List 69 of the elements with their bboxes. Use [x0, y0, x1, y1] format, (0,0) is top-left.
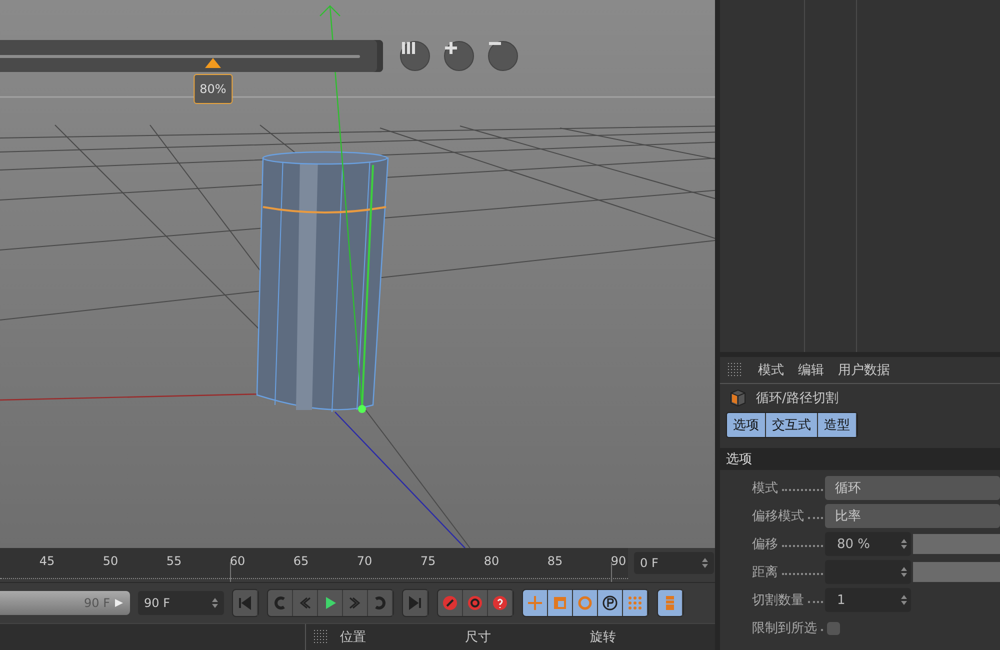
frame-label: 45	[39, 554, 55, 568]
auto-key-icon	[467, 595, 483, 611]
menu-item[interactable]: 编辑	[798, 361, 824, 379]
zoom-slider[interactable]	[0, 40, 383, 72]
field-label: 限制到所选	[752, 620, 817, 637]
attribute-tab[interactable]: 造型	[818, 413, 857, 437]
zoom-out-button[interactable]	[488, 41, 518, 71]
coordinate-column-header: 位置	[340, 629, 367, 646]
number-field[interactable]: 80 %	[825, 532, 911, 556]
timeline-ruler[interactable]: 45 50 55 60 65 70 75 80 85 90	[0, 548, 628, 579]
loop-forward-icon	[372, 595, 388, 611]
slider-track[interactable]	[913, 534, 1000, 554]
coordinate-column-header: 尺寸	[465, 629, 492, 646]
attribute-tab[interactable]: 交互式	[766, 413, 818, 437]
menu-item[interactable]: 用户数据	[838, 361, 890, 379]
spinner-arrows-icon[interactable]	[901, 595, 907, 605]
loop-back-icon	[272, 595, 288, 611]
number-field[interactable]	[825, 560, 911, 584]
checkbox[interactable]	[827, 622, 840, 634]
help-icon	[492, 595, 508, 611]
frame-label: 75	[420, 554, 436, 568]
scale-key-icon	[552, 595, 568, 611]
record-icon	[442, 595, 458, 611]
section-header: 选项	[720, 448, 1000, 470]
tool-title: 循环/路径切割	[756, 390, 838, 407]
frame-label: 50	[102, 554, 118, 568]
go-to-start-icon	[237, 595, 253, 611]
spinner-arrows-icon[interactable]	[702, 558, 708, 568]
zoom-in-button[interactable]	[444, 41, 474, 71]
move-key-icon	[527, 595, 543, 611]
menu-item[interactable]: 模式	[758, 361, 784, 379]
parameter-key-icon	[602, 595, 618, 611]
play-arrow-icon	[114, 598, 124, 608]
previous-key-icon	[297, 595, 313, 611]
field-label: 偏移	[752, 536, 778, 553]
field-label: 模式	[752, 480, 778, 497]
dropdown[interactable]: 循环	[825, 476, 1000, 500]
current-frame-field[interactable]: 0 F	[634, 552, 714, 574]
next-key-icon	[347, 595, 363, 611]
field-label: 偏移模式	[752, 508, 804, 525]
frame-label: 80	[484, 554, 500, 568]
viewport[interactable]: 80%	[0, 0, 715, 548]
cube-icon	[728, 388, 748, 408]
frame-label: 70	[356, 554, 372, 568]
bars-button[interactable]	[400, 41, 430, 71]
dropdown[interactable]: 比率	[825, 504, 1000, 528]
frame-label: 85	[547, 554, 563, 568]
plus-icon	[445, 42, 457, 54]
frame-label: 90	[610, 554, 626, 568]
rotate-key-icon	[577, 595, 593, 611]
slider-value: 90 F	[84, 596, 110, 610]
attribute-tab[interactable]: 选项	[727, 413, 766, 437]
zoom-reading: 80%	[194, 74, 232, 104]
spinner-arrows-icon[interactable]	[901, 567, 907, 577]
go-to-end-icon	[407, 595, 423, 611]
end-frame-field[interactable]: 90 F	[138, 591, 224, 615]
frame-label: 60	[230, 554, 246, 568]
spinner-arrows-icon[interactable]	[901, 539, 907, 549]
field-label: 切割数量	[752, 592, 804, 609]
spinner-arrows-icon[interactable]	[212, 598, 218, 608]
number-field[interactable]: 1	[825, 588, 911, 612]
bars-icon	[401, 42, 415, 54]
minus-icon	[489, 42, 501, 46]
frame-label: 65	[293, 554, 309, 568]
slider-track[interactable]	[913, 562, 1000, 582]
field-label: 距离	[752, 564, 778, 581]
frame-label: 55	[166, 554, 182, 568]
coordinate-column-header: 旋转	[590, 629, 617, 646]
dot-grid-icon	[627, 595, 643, 611]
